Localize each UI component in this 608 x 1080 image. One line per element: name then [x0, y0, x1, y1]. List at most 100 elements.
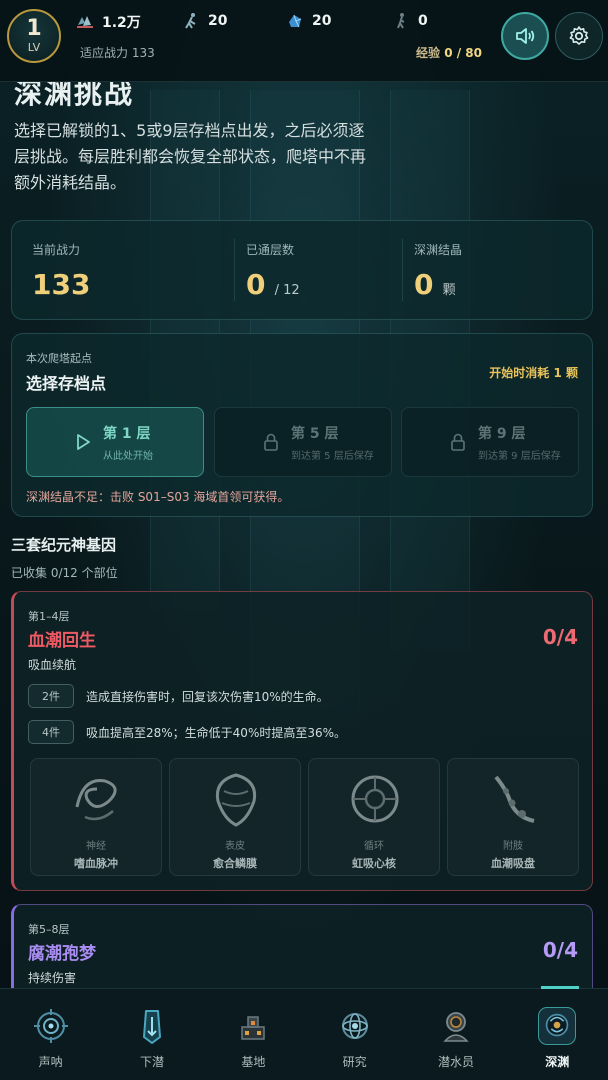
- level-label: LV: [27, 41, 41, 54]
- sucker-tentacle-icon: [494, 775, 535, 823]
- gene-part-nerve[interactable]: 神经 嗜血脉冲: [30, 758, 162, 876]
- research-icon: [341, 1013, 368, 1039]
- scale-membrane-icon: [215, 773, 257, 827]
- floor-text: 第 5 层 到达第 5 层后保存: [291, 423, 374, 462]
- floor-9-button[interactable]: 第 9 层 到达第 9 层后保存: [401, 407, 579, 477]
- main-scroll-area[interactable]: 深渊挑战 选择已解锁的1、5或9层存档点出发，之后必须逐层挑战。每层胜利都会恢复…: [0, 82, 608, 988]
- stat-current-power: 当前战力 133: [32, 241, 94, 301]
- diver-icon: [443, 1012, 469, 1042]
- stat-label: 已通层数: [246, 243, 295, 257]
- floor-5-button[interactable]: 第 5 层 到达第 5 层后保存: [214, 407, 392, 477]
- gene-part-type: 神经: [86, 841, 106, 852]
- gene-set-subtitle: 吸血续航: [28, 658, 77, 672]
- gene-part-name: 嗜血脉冲: [74, 857, 118, 870]
- nav-tab-research[interactable]: 研究: [304, 989, 405, 1080]
- resource-ore: 20: [286, 12, 331, 30]
- stat-label: 深渊结晶: [414, 243, 463, 257]
- floor-1-button[interactable]: 第 1 层 从此处开始: [26, 407, 204, 477]
- gene-set-subtitle: 持续伤害: [28, 971, 77, 985]
- gene-set-progress: 0/4: [542, 625, 578, 649]
- nav-tab-diver[interactable]: 潜水员: [405, 989, 506, 1080]
- stat-label: 当前战力: [32, 243, 81, 257]
- resource-dark-value: 0: [418, 13, 428, 29]
- gene-part-circulation[interactable]: 循环 虹吸心核: [308, 758, 440, 876]
- heart-core-icon: [351, 775, 399, 823]
- floor-name: 第 1 层: [103, 425, 151, 442]
- set-bonus-tag: 4件: [28, 720, 74, 744]
- gene-part-type: 循环: [364, 841, 384, 852]
- experience-label: 经验 0 / 80: [416, 44, 482, 61]
- set-bonus-text: 吸血提高至28%；生命低于40%时提高至36%。: [86, 725, 347, 740]
- dive-icon: [142, 1010, 161, 1044]
- top-status-bar: 1 LV 1.2万 20 20 0 适应战力 133 经验 0 / 80: [0, 0, 608, 82]
- gene-set-progress: 0/4: [542, 938, 578, 962]
- speaker-icon: [516, 28, 535, 44]
- gene-part-skin[interactable]: 表皮 愈合鳞膜: [169, 758, 301, 876]
- crystal-shards-icon: [77, 16, 93, 28]
- stat-unit: / 12: [274, 283, 300, 298]
- resource-dark: 0: [392, 12, 428, 30]
- floor-text: 第 9 层 到达第 9 层后保存: [478, 423, 561, 462]
- gene-part-type: 附肢: [503, 841, 523, 852]
- stat-divider: [402, 239, 403, 301]
- tentacle-swirl-icon: [75, 779, 117, 821]
- start-point-panel: 本次爬塔起点 选择存档点 开始时消耗 1 颗 第 1 层 从此处开始 第 5 层…: [11, 333, 593, 517]
- diver-figure-icon: [185, 13, 196, 29]
- stat-unit: 颗: [442, 283, 456, 298]
- nav-tab-base[interactable]: 基地: [203, 989, 304, 1080]
- gene-part-type: 表皮: [225, 841, 245, 852]
- page-title: 深渊挑战: [14, 82, 135, 110]
- floor-name: 第 5 层: [291, 425, 339, 442]
- stat-value: 0: [414, 268, 434, 301]
- floor-note: 到达第 9 层后保存: [478, 450, 561, 462]
- gene-part-name: 愈合鳞膜: [213, 857, 257, 870]
- lock-icon: [264, 433, 278, 451]
- stat-value: 133: [32, 268, 91, 301]
- gene-collected-count: 已收集 0/12 个部位: [11, 566, 118, 580]
- nav-label: 深渊: [545, 1055, 570, 1069]
- resource-diver-value: 20: [208, 13, 228, 29]
- gene-part-name: 虹吸心核: [352, 857, 396, 870]
- gear-icon: [569, 26, 589, 45]
- nav-label: 研究: [342, 1055, 367, 1069]
- dark-figure-icon: [397, 13, 405, 29]
- gene-section-title: 三套纪元神基因: [11, 536, 117, 554]
- start-point-title: 选择存档点: [26, 374, 107, 393]
- nav-tab-dive[interactable]: 下潜: [101, 989, 202, 1080]
- level-number: 1: [26, 16, 42, 41]
- stat-divider: [234, 239, 235, 301]
- resource-crystal: 1.2万: [76, 12, 141, 32]
- level-badge[interactable]: 1 LV: [7, 9, 61, 63]
- start-cost-label: 开始时消耗 1 颗: [489, 366, 578, 380]
- gene-set-card-rotspore[interactable]: 第5–8层 腐潮孢梦 0/4 持续伤害: [11, 904, 593, 988]
- set-bonus-text: 造成直接伤害时，回复该次伤害10%的生命。: [86, 689, 329, 704]
- nav-label: 基地: [241, 1055, 266, 1069]
- nav-tab-abyss[interactable]: 深渊: [507, 989, 608, 1080]
- resource-ore-value: 20: [312, 13, 332, 29]
- gene-set-card-bloodtide[interactable]: 第1–4层 血潮回生 0/4 吸血续航 2件 造成直接伤害时，回复该次伤害10%…: [11, 591, 593, 891]
- nav-tab-sonar[interactable]: 声呐: [0, 989, 101, 1080]
- floor-note: 从此处开始: [103, 450, 153, 462]
- stat-abyss-crystal: 深渊结晶 0 颗: [414, 241, 462, 301]
- gene-set-floor-range: 第5–8层: [28, 923, 70, 936]
- gene-set-name: 血潮回生: [28, 631, 96, 651]
- experience-title: 经验: [416, 46, 441, 60]
- bottom-navigation: 声呐 下潜 基地 研究 潜水员 深渊: [0, 986, 608, 1080]
- lock-icon: [451, 433, 465, 451]
- nav-label: 潜水员: [437, 1055, 474, 1069]
- abyss-icon: [538, 1007, 577, 1045]
- sound-toggle-button[interactable]: [501, 12, 549, 60]
- blue-ore-icon: [289, 14, 302, 28]
- sonar-icon: [33, 1009, 68, 1043]
- adapted-power-label: 适应战力 133: [80, 46, 155, 60]
- settings-button[interactable]: [555, 12, 603, 60]
- stat-cleared-floors: 已通层数 0 / 12: [246, 241, 300, 301]
- resource-crystal-value: 1.2万: [102, 15, 141, 31]
- set-bonus-tag: 2件: [28, 684, 74, 708]
- nav-label: 下潜: [139, 1055, 164, 1069]
- page-description: 选择已解锁的1、5或9层存档点出发，之后必须逐层挑战。每层胜利都会恢复全部状态，…: [14, 121, 367, 192]
- base-icon: [241, 1016, 266, 1040]
- gene-part-limb[interactable]: 附肢 血潮吸盘: [447, 758, 579, 876]
- floor-note: 到达第 5 层后保存: [291, 450, 374, 462]
- experience-value: 0 / 80: [444, 46, 482, 60]
